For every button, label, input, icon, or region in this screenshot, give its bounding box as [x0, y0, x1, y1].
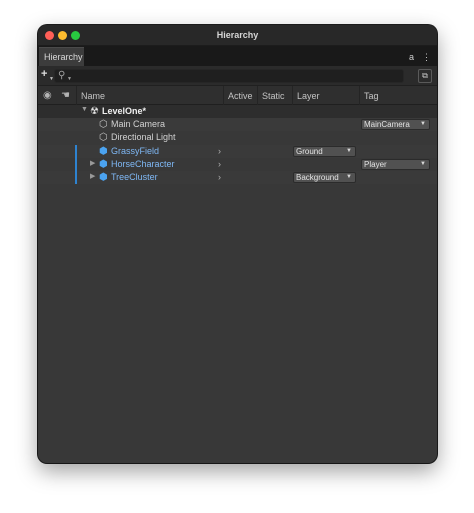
open-prefab-arrow-icon[interactable]: › [218, 145, 221, 158]
open-prefab-arrow-icon[interactable]: › [218, 158, 221, 171]
layer-dropdown[interactable]: Background ▼ [293, 172, 356, 183]
scene-name: LevelOne* [102, 106, 147, 116]
search-icon[interactable]: ⚲ [58, 70, 65, 81]
dropdown-arrow-icon: ▼ [346, 148, 352, 154]
foldout-collapsed-icon[interactable]: ▶ [90, 172, 95, 180]
object-name: TreeCluster [111, 172, 158, 182]
dropdown-arrow-icon: ▼ [420, 161, 426, 167]
open-prefab-arrow-icon[interactable]: › [218, 171, 221, 184]
tag-value: Player [364, 160, 387, 169]
more-menu-icon[interactable]: ⋮ [422, 52, 431, 63]
cube-outline-icon: ⬡ [99, 119, 108, 130]
scene-search-window-button[interactable]: ⧉ [418, 69, 432, 83]
prefab-override-indicator [75, 171, 77, 184]
prefab-override-indicator [75, 145, 77, 158]
foldout-expanded-icon[interactable]: ▼ [81, 106, 88, 113]
hierarchy-row[interactable]: ▶ ⬢ HorseCharacter › Player ▼ [38, 158, 437, 171]
column-header: ◉ ☚ Name Active Static Layer Tag [38, 86, 437, 105]
hierarchy-window: Hierarchy Hierarchy a ⋮ + ▼ ⚲ ▼ ⧉ ◉ ☚ Na… [38, 25, 437, 463]
tab-hierarchy[interactable]: Hierarchy [39, 47, 84, 66]
prefab-cube-icon: ⬢ [99, 172, 108, 183]
tag-dropdown[interactable]: Player ▼ [361, 159, 430, 170]
search-options-caret-icon[interactable]: ▼ [67, 76, 72, 82]
add-object-button[interactable]: + [41, 68, 47, 80]
object-name: Directional Light [111, 132, 176, 142]
cube-outline-icon: ⬡ [99, 132, 108, 143]
tag-value: MainCamera [364, 120, 410, 129]
dropdown-arrow-icon: ▼ [420, 121, 426, 127]
hierarchy-toolbar: + ▼ ⚲ ▼ ⧉ [38, 66, 437, 86]
column-static[interactable]: Static [257, 86, 292, 105]
hierarchy-row[interactable]: ⬢ GrassyField › Ground ▼ [38, 145, 437, 158]
search-input[interactable] [73, 71, 393, 82]
column-layer[interactable]: Layer [292, 86, 359, 105]
window-title: Hierarchy [216, 30, 259, 40]
column-active[interactable]: Active [223, 86, 257, 105]
foldout-collapsed-icon[interactable]: ▶ [90, 159, 95, 167]
hierarchy-row[interactable]: ▶ ⬢ TreeCluster › Background ▼ [38, 171, 437, 184]
title-bar: Hierarchy [38, 25, 437, 46]
tab-bar: Hierarchy a ⋮ [38, 46, 437, 66]
scene-row[interactable]: ▼ ☢ LevelOne* [38, 105, 437, 118]
layer-value: Ground [296, 147, 323, 156]
column-name[interactable]: Name [76, 86, 223, 105]
object-name: GrassyField [111, 146, 160, 156]
object-name: Main Camera [111, 119, 166, 129]
dropdown-arrow-icon: ▼ [346, 174, 352, 180]
column-tag[interactable]: Tag [359, 86, 437, 105]
layer-value: Background [296, 173, 339, 182]
layer-dropdown[interactable]: Ground ▼ [293, 146, 356, 157]
hierarchy-row[interactable]: ⬡ Directional Light [38, 131, 437, 144]
object-name: HorseCharacter [111, 159, 175, 169]
visibility-eye-icon[interactable]: ◉ [43, 90, 52, 101]
unity-scene-icon: ☢ [90, 106, 99, 117]
prefab-cube-icon: ⬢ [99, 159, 108, 170]
hierarchy-row[interactable]: ⬡ Main Camera MainCamera ▼ [38, 118, 437, 131]
pickability-hand-icon[interactable]: ☚ [61, 90, 70, 101]
prefab-override-indicator [75, 158, 77, 171]
prefab-cube-icon: ⬢ [99, 146, 108, 157]
search-field[interactable]: ⚲ ▼ [54, 69, 404, 83]
tag-dropdown[interactable]: MainCamera ▼ [361, 119, 430, 130]
lock-icon[interactable]: a [409, 52, 414, 62]
